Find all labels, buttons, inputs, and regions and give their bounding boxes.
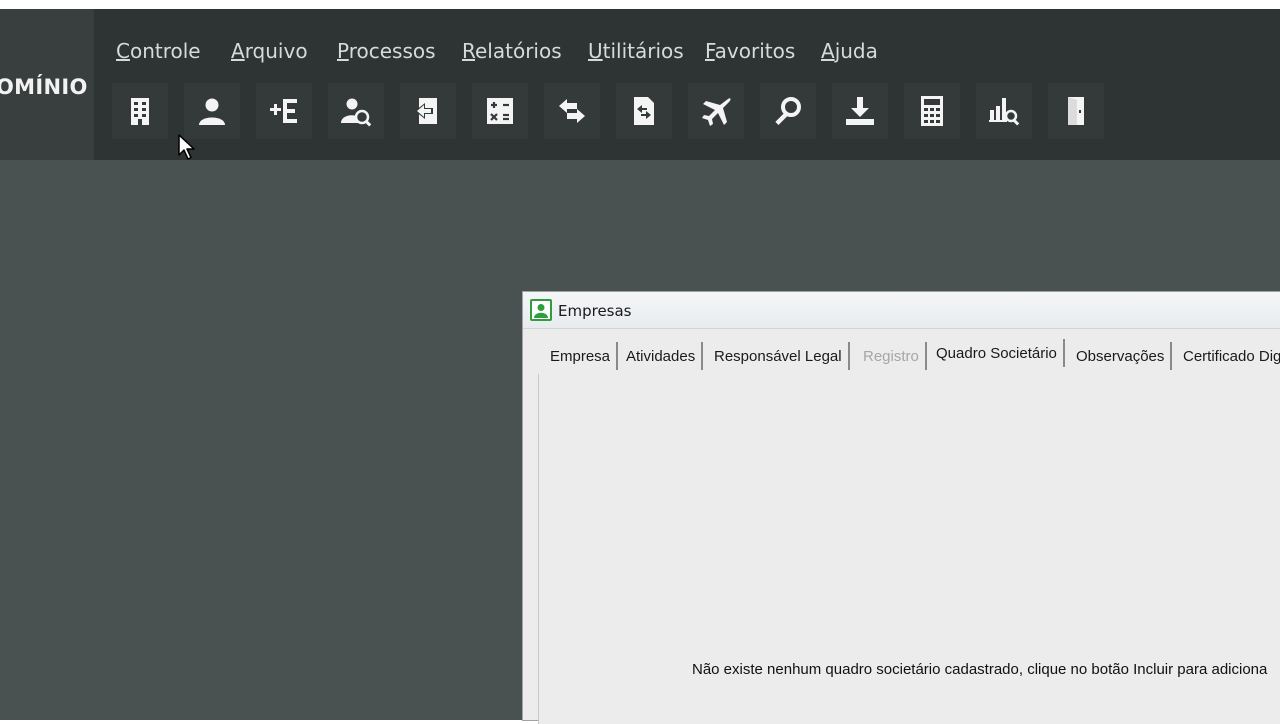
airplane-icon [702, 98, 731, 126]
document-swap-icon [634, 97, 654, 125]
menu-label: elatórios [475, 39, 562, 63]
tab-empresa[interactable]: Empresa [544, 342, 619, 370]
logo-panel: OMÍNIO [0, 9, 94, 160]
menu-label: tilitários [602, 39, 684, 63]
menu-label: rocessos [348, 39, 436, 63]
door-exit-icon [1068, 97, 1084, 125]
toolbar-button-add-list[interactable] [256, 83, 312, 139]
user-icon [532, 301, 550, 319]
chart-search-icon [989, 98, 1020, 126]
toolbar-button-calc-sheet[interactable] [472, 83, 528, 139]
tab-responsavel-legal[interactable]: Responsável Legal [708, 342, 850, 370]
tab-quadro-societario[interactable]: Quadro Societário [930, 339, 1065, 367]
toolbar-button-transfer[interactable] [544, 83, 600, 139]
tab-atividades[interactable]: Atividades [620, 342, 704, 370]
empty-state-message: Não existe nenhum quadro societário cada… [692, 661, 1268, 678]
toolbar-button-doc-swap[interactable] [616, 83, 672, 139]
toolbar-button-airplane[interactable] [688, 83, 744, 139]
tab-registro: Registro [857, 342, 927, 370]
toolbar-button-export[interactable] [400, 83, 456, 139]
menu-utilitarios[interactable]: Utilitários [588, 39, 684, 63]
menu-accelerator: P [337, 39, 349, 63]
menu-label: ontrole [129, 39, 201, 63]
building-icon [131, 98, 149, 125]
toolbar-button-download[interactable] [832, 83, 888, 139]
export-icon [415, 98, 437, 124]
mouse-cursor-icon [178, 134, 195, 160]
tab-observacoes[interactable]: Observações [1070, 342, 1173, 370]
menu-accelerator: U [588, 39, 603, 63]
menu-label: rquivo [244, 39, 308, 63]
app-logo: OMÍNIO [0, 75, 88, 99]
empresas-window: Empresas Empresa Atividades Responsável … [522, 291, 1280, 724]
menu-accelerator: F [705, 39, 715, 63]
top-strip [0, 0, 1280, 9]
transfer-icon [559, 99, 585, 123]
toolbar-button-calculator[interactable] [904, 83, 960, 139]
menu-favoritos[interactable]: Favoritos [705, 39, 795, 63]
menu-processos[interactable]: Processos [337, 39, 436, 63]
toolbar-button-chart-search[interactable] [976, 83, 1032, 139]
empresas-window-icon [530, 299, 552, 321]
menu-accelerator: A [821, 39, 835, 63]
add-list-icon [270, 99, 297, 123]
window-title-bar[interactable]: Empresas [523, 292, 1280, 329]
tab-certificado-digital[interactable]: Certificado Dig [1177, 342, 1280, 370]
toolbar-button-user[interactable] [184, 83, 240, 139]
user-icon [199, 98, 225, 125]
window-title: Empresas [558, 302, 632, 320]
menu-accelerator: R [462, 39, 475, 63]
menu-label: juda [834, 39, 878, 63]
toolbar-button-empresas[interactable] [112, 83, 168, 139]
menu-accelerator: C [116, 39, 130, 63]
menu-controle[interactable]: Controle [116, 39, 201, 63]
download-icon [846, 97, 874, 125]
search-icon [775, 97, 801, 126]
calculator-sheet-icon [487, 98, 513, 124]
menu-relatorios[interactable]: Relatórios [462, 39, 562, 63]
menu-arquivo[interactable]: Arquivo [231, 39, 308, 63]
toolbar-button-search[interactable] [760, 83, 816, 139]
toolbar-button-exit[interactable] [1048, 83, 1104, 139]
menu-accelerator: A [231, 39, 245, 63]
toolbar-button-user-search[interactable] [328, 83, 384, 139]
menu-ajuda[interactable]: Ajuda [821, 39, 878, 63]
calculator-icon [921, 96, 943, 126]
menu-label: avoritos [714, 39, 796, 63]
user-search-icon [341, 98, 372, 127]
